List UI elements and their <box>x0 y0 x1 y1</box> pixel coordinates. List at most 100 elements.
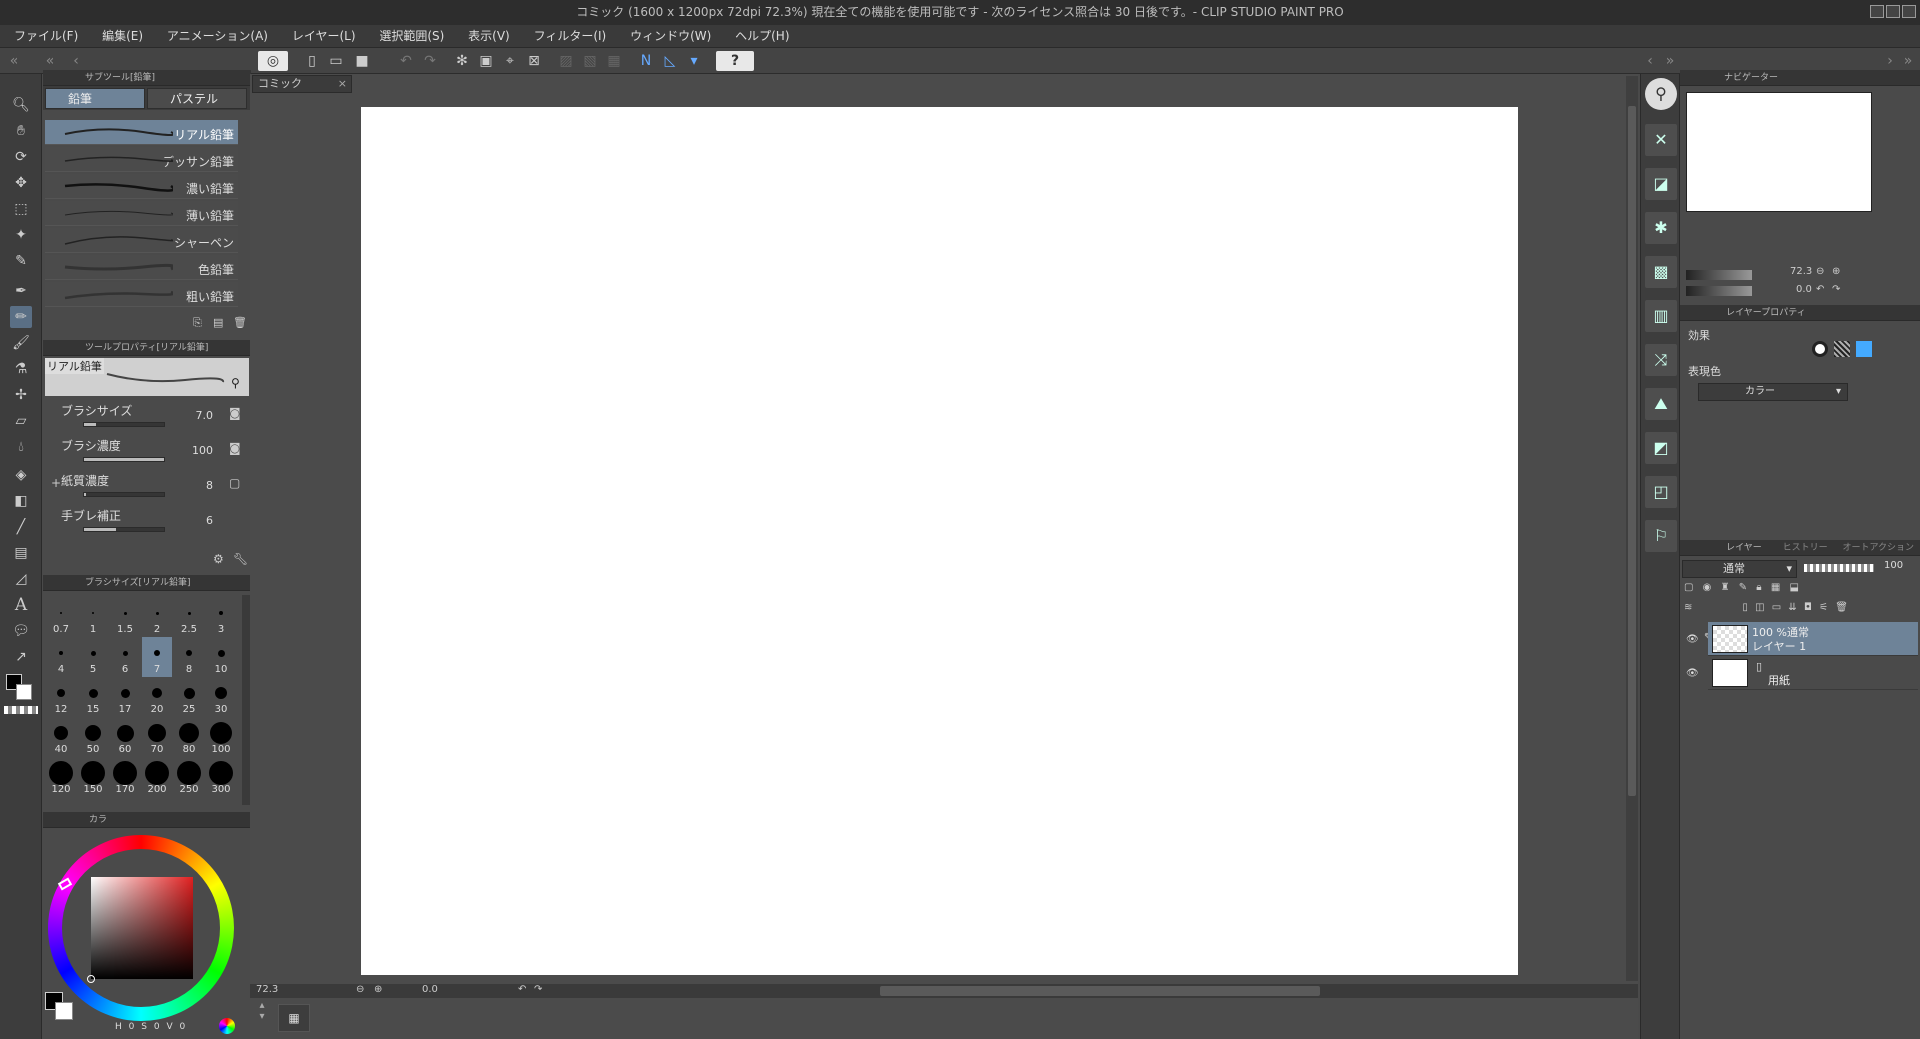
menu-edit[interactable]: 編集(E) <box>92 25 153 48</box>
tab-pencil[interactable]: 鉛筆 <box>45 88 145 109</box>
settings-icon[interactable]: ⚙ <box>213 552 224 566</box>
layer-color-icon[interactable]: ▢ <box>1684 582 1693 593</box>
menu-help[interactable]: ヘルプ(H) <box>725 25 799 48</box>
eye-icon[interactable]: 👁︎ <box>1686 668 1700 680</box>
tab-auto-action[interactable]: オートアクション <box>1843 543 1915 553</box>
brush-size-option[interactable]: 3 <box>206 597 236 637</box>
menu-filter[interactable]: フィルター(I) <box>524 25 617 48</box>
open-file-icon[interactable]: ▭ <box>326 51 346 71</box>
brush-size-option[interactable]: 7 <box>142 637 172 677</box>
decoration-icon[interactable]: ✢ <box>10 384 32 406</box>
collapse-left-icon[interactable]: « <box>4 51 24 71</box>
clip-studio-icon[interactable]: ◎ <box>258 51 288 71</box>
brush-size-option[interactable]: 12 <box>46 677 76 717</box>
snap-ruler-icon[interactable]: N <box>636 51 656 71</box>
opacity-value[interactable]: 100 <box>1884 560 1903 571</box>
transparent-swatch[interactable] <box>4 706 38 714</box>
tab-history[interactable]: ヒストリー <box>1783 543 1828 553</box>
new-raster-icon[interactable]: ▯ <box>1742 602 1748 613</box>
eyedropper-icon[interactable]: ✎ <box>10 250 32 272</box>
material-effect-icon[interactable]: ⤨ <box>1645 344 1677 376</box>
balloon-icon[interactable]: 💬︎ <box>10 620 32 642</box>
brush-tool-icon[interactable]: 🖌︎ <box>10 332 32 354</box>
undo-icon[interactable]: ↶ <box>396 51 416 71</box>
chevron-left-icon[interactable]: ‹ <box>1640 51 1660 71</box>
chevron-right-icon[interactable]: › <box>1880 51 1900 71</box>
brush-size-option[interactable]: 1 <box>78 597 108 637</box>
brush-size-option[interactable]: 170 <box>110 757 140 797</box>
mask-icon[interactable]: ⬓ <box>1789 582 1798 593</box>
rotate-right-icon[interactable]: ↷ <box>1832 284 1840 295</box>
brush-size-option[interactable]: 25 <box>174 677 204 717</box>
material-frame-icon[interactable]: ▥ <box>1645 300 1677 332</box>
brushsize-scrollbar[interactable] <box>242 595 250 805</box>
eye-icon[interactable]: 👁︎ <box>1686 634 1700 646</box>
rotate-tool-icon[interactable]: ⟳ <box>10 146 32 168</box>
brush-size-option[interactable]: 2.5 <box>174 597 204 637</box>
prop-value[interactable]: 7.0 <box>196 409 214 422</box>
preview-search-icon[interactable]: ⚲ <box>231 376 240 390</box>
layer-row[interactable]: ▯ 用紙 <box>1708 656 1918 690</box>
material-object-icon[interactable]: ◰ <box>1645 476 1677 508</box>
invert-icon[interactable]: ▧ <box>580 51 600 71</box>
rotate-left-icon[interactable]: ↶ <box>1816 284 1824 295</box>
expand-icon[interactable]: » <box>1660 51 1680 71</box>
zoom-in-icon[interactable]: ⊕ <box>374 984 382 995</box>
material-icon[interactable]: ✕ <box>1645 124 1677 156</box>
zoom-in-icon[interactable]: ⊕ <box>1832 266 1840 277</box>
menu-view[interactable]: 表示(V) <box>458 25 520 48</box>
color-mode-icon[interactable] <box>219 1018 235 1034</box>
brush-size-option[interactable]: 300 <box>206 757 236 797</box>
brush-size-option[interactable]: 6 <box>110 637 140 677</box>
clip-icon[interactable]: ◉ <box>1703 582 1712 593</box>
zoom-out-icon[interactable]: ⊖ <box>1816 266 1824 277</box>
brush-item-real-pencil[interactable]: リアル鉛筆 <box>45 120 238 145</box>
layer-list-icon[interactable]: ≋ <box>1684 602 1692 613</box>
brush-size-option[interactable]: 70 <box>142 717 172 757</box>
select-icon[interactable]: ▦ <box>604 51 624 71</box>
effect-border-icon[interactable] <box>1812 341 1828 357</box>
expand-icon[interactable]: + <box>51 476 61 490</box>
new-file-icon[interactable]: ▯ <box>302 51 322 71</box>
tab-layer[interactable]: レイヤー <box>1726 543 1762 553</box>
menu-layer[interactable]: レイヤー(L) <box>282 25 366 48</box>
layerprop-title[interactable]: レイヤープロパティ <box>1726 308 1806 318</box>
rotate-left-icon[interactable]: ↶ <box>518 984 526 995</box>
brush-item-dessin-pencil[interactable]: デッサン鉛筆 <box>45 147 238 172</box>
new-folder-icon[interactable]: ▭ <box>1772 602 1781 613</box>
timeline-icon[interactable]: ▦ <box>278 1004 310 1032</box>
material-tone-icon[interactable]: ▩ <box>1645 256 1677 288</box>
pen-tool-icon[interactable]: ✒ <box>10 280 32 302</box>
reference-icon[interactable]: ♜ <box>1721 582 1730 593</box>
collapse-icon[interactable]: « <box>40 51 60 71</box>
saturation-value-square[interactable] <box>91 877 193 979</box>
deselect-icon[interactable]: ▨ <box>556 51 576 71</box>
brush-size-option[interactable]: 2 <box>142 597 172 637</box>
prop-stabilization[interactable]: 手ブレ補正 6 <box>53 507 243 541</box>
search-icon[interactable]: ⚲ <box>1645 78 1677 110</box>
prop-brush-size[interactable]: ブラシサイズ 7.0 ◙ <box>53 402 243 436</box>
new-mask-icon[interactable]: ◘ <box>1804 602 1812 613</box>
brush-size-option[interactable]: 30 <box>206 677 236 717</box>
timeline-toggle-icon[interactable]: ▴ ▾ <box>252 1000 272 1036</box>
brush-size-option[interactable]: 80 <box>174 717 204 757</box>
copy-subtool-icon[interactable]: ⎘ <box>193 316 202 330</box>
pencil-tool-icon[interactable]: ✏ <box>10 306 32 328</box>
brush-size-option[interactable]: 100 <box>206 717 236 757</box>
hand-tool-icon[interactable]: ✋︎ <box>10 120 32 142</box>
new-subtool-icon[interactable]: ▤ <box>213 316 223 329</box>
move-tool-icon[interactable]: ✥ <box>10 172 32 194</box>
effect-tone-icon[interactable] <box>1834 341 1850 357</box>
material-pose-icon[interactable]: ⚐ <box>1645 520 1677 552</box>
zoom-readout[interactable]: 72.3 <box>256 984 278 995</box>
navigator-angle[interactable]: 0.0 <box>1796 284 1812 295</box>
auto-select-icon[interactable]: ✦ <box>10 224 32 246</box>
sub-color-swatch[interactable] <box>16 684 32 700</box>
hscroll-thumb[interactable] <box>880 986 1320 996</box>
layer-row[interactable]: 100 %通常 レイヤー 1 <box>1708 622 1918 656</box>
brush-size-option[interactable]: 15 <box>78 677 108 717</box>
figure-icon[interactable]: ╱ <box>10 516 32 538</box>
selection-tool-icon[interactable]: ⬚ <box>10 198 32 220</box>
material-3d-icon[interactable]: ◩ <box>1645 432 1677 464</box>
rotate-slider[interactable] <box>1686 286 1752 296</box>
